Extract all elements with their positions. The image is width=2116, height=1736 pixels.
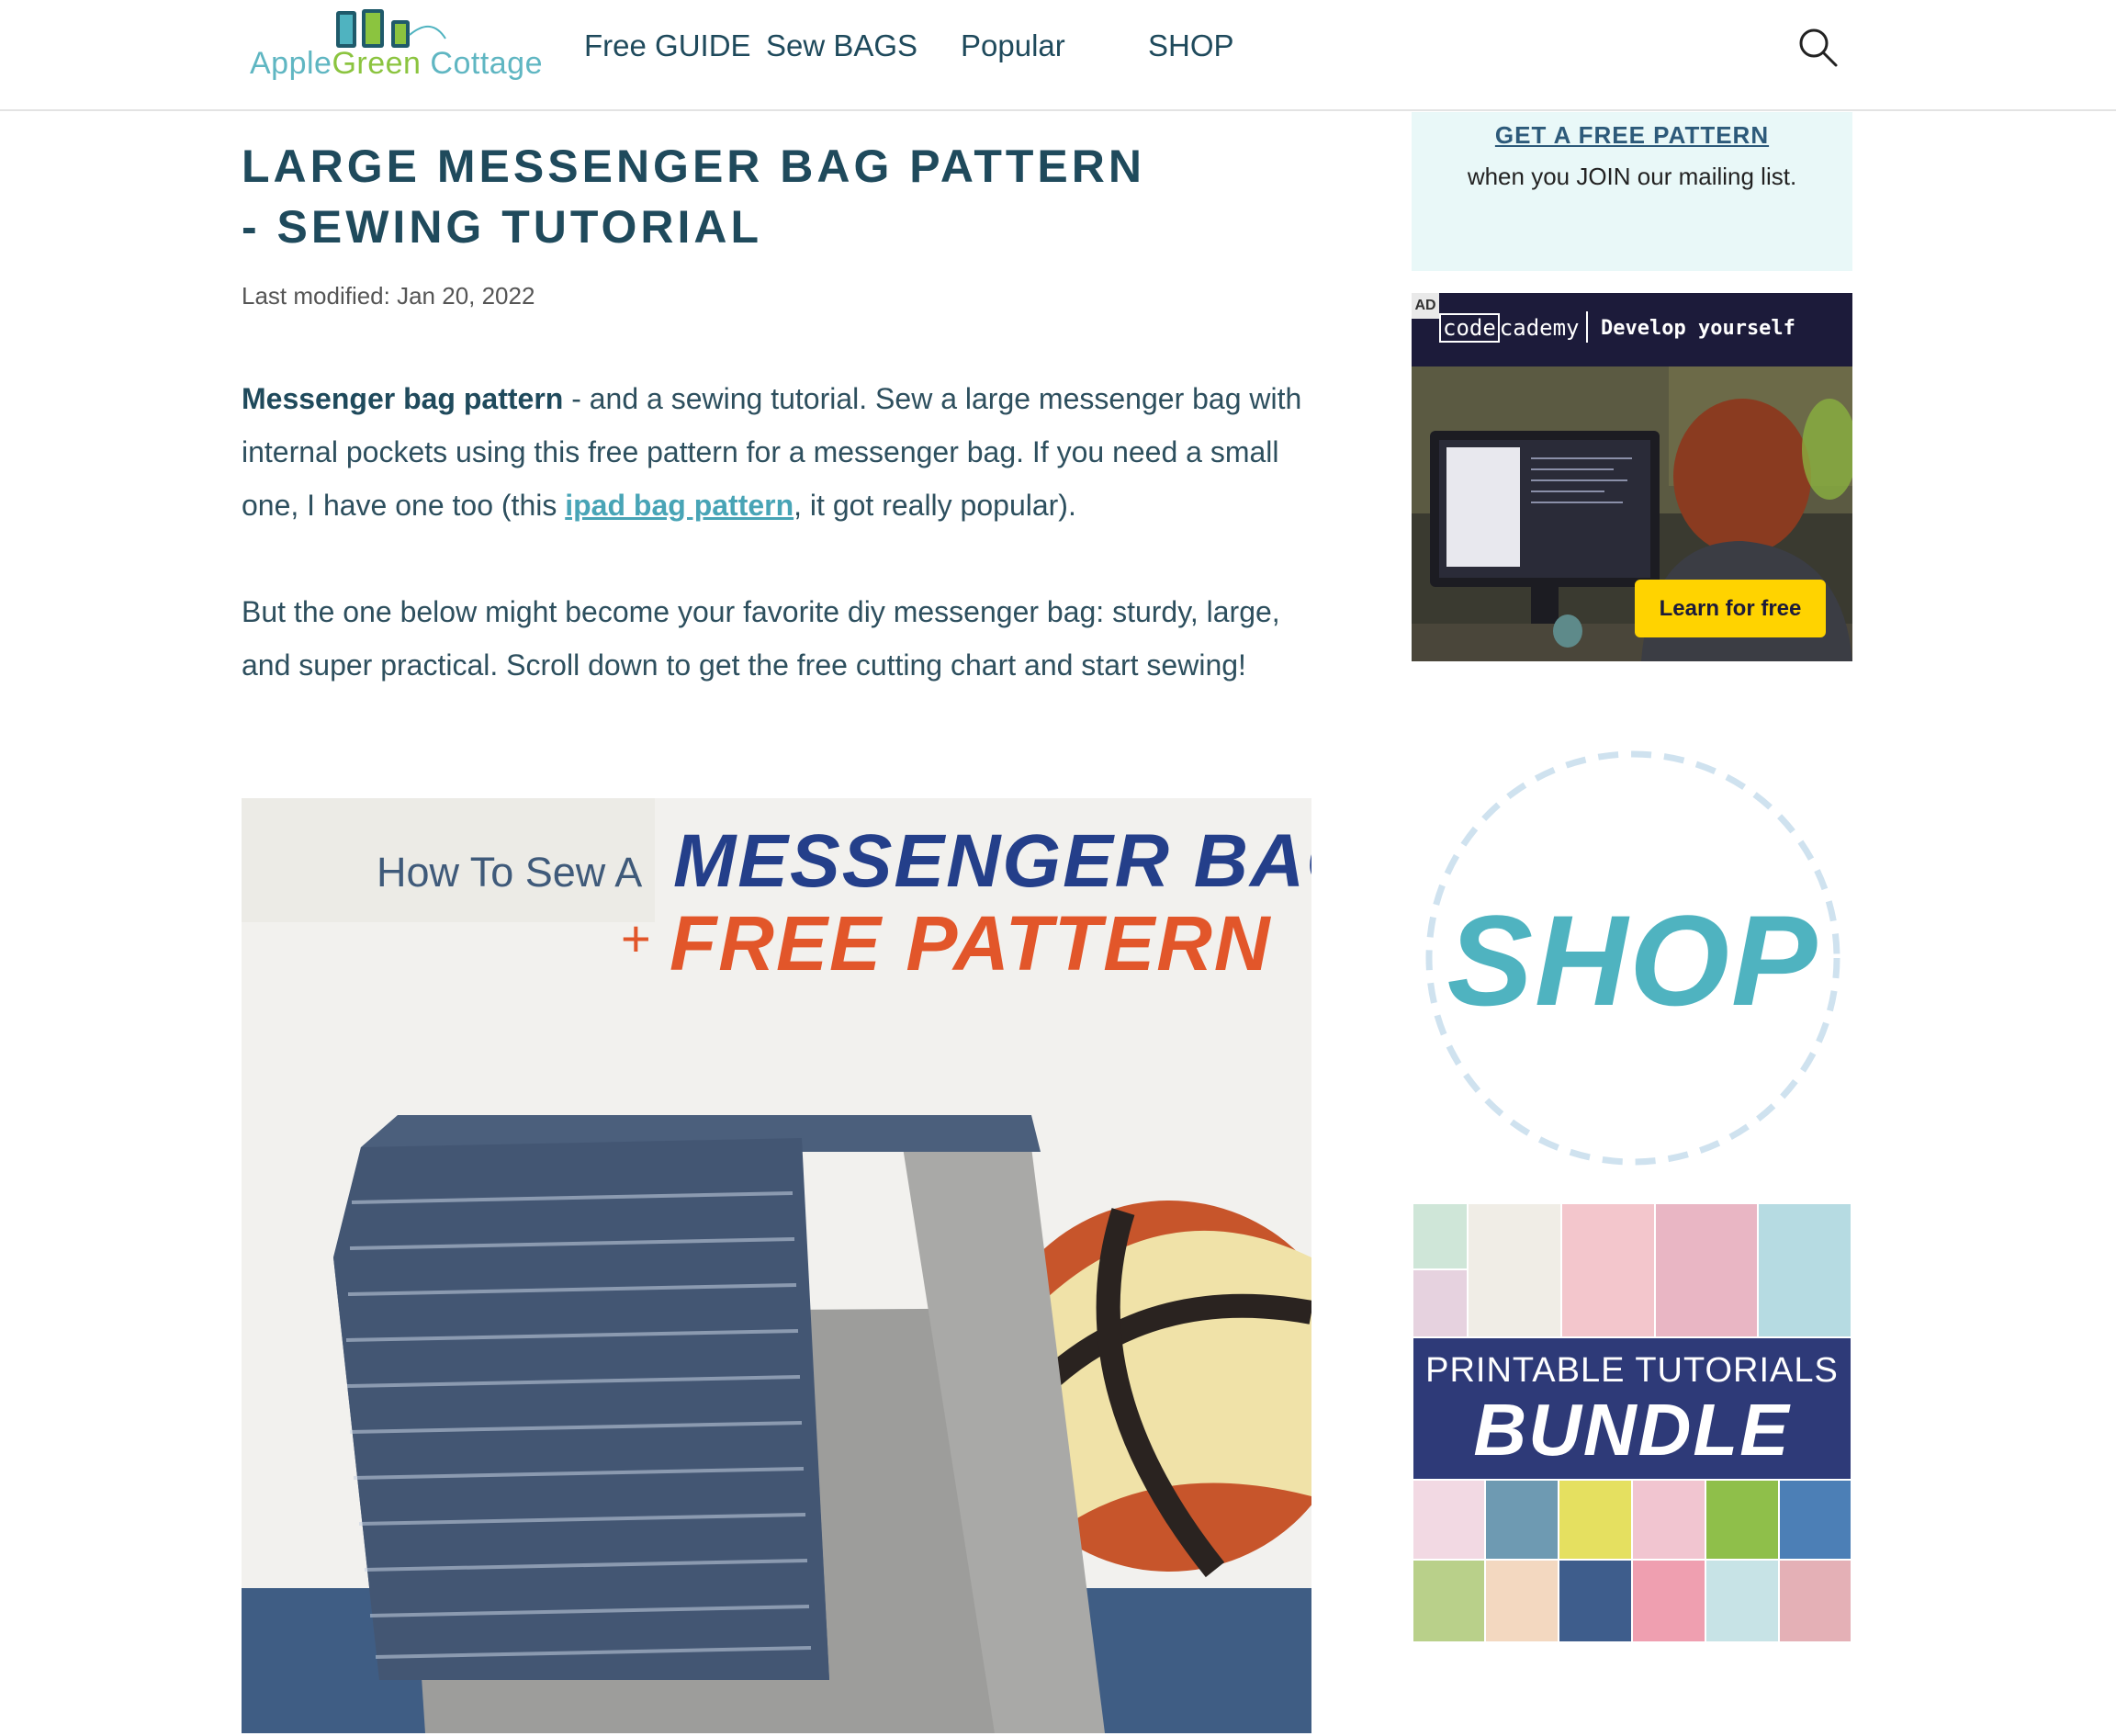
nav-shop[interactable]: SHOP bbox=[1148, 28, 1234, 63]
product-thumbnail bbox=[1413, 1204, 1467, 1268]
product-thumbnail bbox=[1486, 1561, 1558, 1641]
intro-paragraph: Messenger bag pattern - and a sewing tut… bbox=[242, 372, 1316, 532]
logo-wordmark: AppleGreen Cottage bbox=[250, 46, 543, 81]
search-icon[interactable] bbox=[1798, 28, 1839, 68]
product-thumbnail bbox=[1706, 1561, 1778, 1641]
second-paragraph: But the one below might become your favo… bbox=[242, 595, 1280, 682]
shop-badge[interactable]: SHOP bbox=[1424, 749, 1842, 1167]
hero-headline: MESSENGER BAG bbox=[673, 819, 1311, 903]
ipad-bag-pattern-link[interactable]: ipad bag pattern bbox=[565, 489, 794, 522]
product-thumbnail bbox=[1413, 1561, 1484, 1641]
last-modified-date: Last modified: Jan 20, 2022 bbox=[242, 282, 535, 310]
shop-badge-text: SHOP bbox=[1446, 888, 1819, 1032]
ad-brand-logo: code cademy bbox=[1439, 313, 1580, 343]
product-thumbnail bbox=[1413, 1270, 1467, 1336]
hero-image: How To Sew A MESSENGER BAG + FREE PATTER… bbox=[242, 798, 1311, 1733]
printable-tutorials-bundle[interactable]: PRINTABLE TUTORIALS BUNDLE bbox=[1413, 1204, 1851, 1641]
product-thumbnail bbox=[1633, 1481, 1705, 1559]
nav-free-guide[interactable]: Free GUIDE bbox=[584, 28, 751, 63]
product-thumbnail bbox=[1706, 1481, 1778, 1559]
product-thumbnail bbox=[1633, 1561, 1705, 1641]
codecademy-ad[interactable]: AD code cademy Develop yourself Learn for… bbox=[1412, 293, 1852, 661]
ad-tagline: Develop yourself bbox=[1601, 317, 1795, 340]
bundle-banner: PRINTABLE TUTORIALS BUNDLE bbox=[1413, 1338, 1851, 1479]
hero-plus: + bbox=[621, 909, 651, 967]
product-thumbnail bbox=[1413, 1481, 1484, 1559]
intro-text-end: , it got really popular). bbox=[794, 489, 1076, 522]
product-thumbnail bbox=[1486, 1481, 1558, 1559]
product-thumbnail bbox=[1656, 1204, 1757, 1336]
newsletter-signup-box: GET A FREE PATTERN when you JOIN our mai… bbox=[1412, 112, 1852, 271]
product-thumbnail bbox=[1759, 1204, 1851, 1336]
product-thumbnail bbox=[1469, 1204, 1560, 1336]
product-thumbnail bbox=[1780, 1481, 1851, 1559]
intro-bold-text: Messenger bag pattern bbox=[242, 382, 564, 415]
hero-how-to-text: How To Sew A bbox=[377, 849, 643, 896]
product-thumbnail bbox=[1559, 1561, 1631, 1641]
hero-subheadline: FREE PATTERN bbox=[670, 900, 1272, 986]
page-title: LARGE MESSENGER BAG PATTERN - SEWING TUT… bbox=[242, 141, 1145, 253]
nav-sew-bags[interactable]: Sew BAGS bbox=[766, 28, 917, 63]
product-thumbnail bbox=[1562, 1204, 1654, 1336]
ad-divider bbox=[1586, 311, 1588, 343]
site-logo[interactable]: AppleGreen Cottage bbox=[246, 7, 543, 83]
site-header: AppleGreen Cottage Free GUIDE Sew BAGS P… bbox=[0, 0, 2116, 111]
product-thumbnail bbox=[1559, 1481, 1631, 1559]
signup-description: when you JOIN our mailing list. bbox=[1467, 163, 1797, 190]
free-pattern-link[interactable]: GET A FREE PATTERN bbox=[1412, 121, 1852, 150]
nav-popular[interactable]: Popular bbox=[961, 28, 1065, 63]
bundle-subtitle: BUNDLE bbox=[1473, 1389, 1791, 1471]
product-thumbnail bbox=[1780, 1561, 1851, 1641]
ad-label: AD bbox=[1412, 293, 1439, 319]
bundle-title: PRINTABLE TUTORIALS bbox=[1425, 1351, 1839, 1390]
learn-for-free-button[interactable]: Learn for free bbox=[1635, 580, 1826, 637]
